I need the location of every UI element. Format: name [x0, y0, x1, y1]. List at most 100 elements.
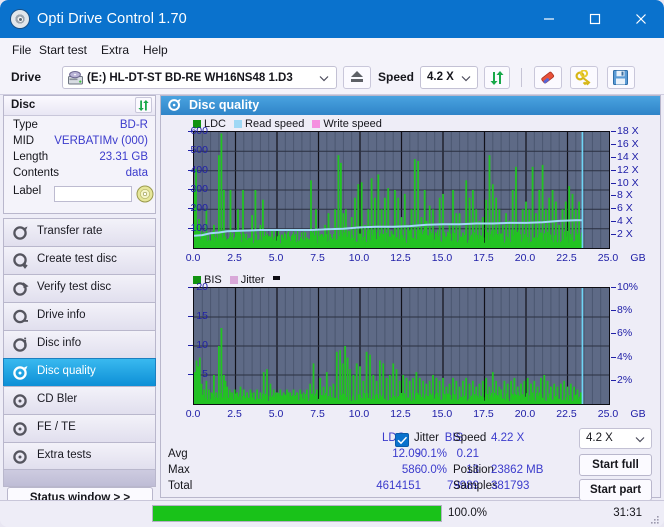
x-tick-label: 12.5 [390, 252, 411, 264]
bis-plot-area[interactable] [193, 287, 610, 405]
y-tick-label: 100 [190, 221, 208, 234]
drive-label: Drive [11, 70, 42, 84]
secondary-y-tick-label: 10 X [617, 176, 639, 189]
ldc-plot-area[interactable] [193, 131, 610, 249]
secondary-y-tick-mark [611, 234, 616, 236]
menu-help[interactable]: Help [139, 42, 172, 59]
y-tick-label: 200 [190, 202, 208, 215]
chevron-down-icon [635, 437, 645, 443]
ldc-chart: LDC Read speed Write speed 100 200 300 400 500… [161, 118, 660, 273]
drive-toolbar: Drive (E:) HL-DT-ST BD-RE WH16NS48 1.D3 … [0, 62, 664, 95]
secondary-y-tick-mark [611, 195, 616, 197]
x-tick-label: 2.5 [227, 252, 242, 264]
jitter-checkbox[interactable] [395, 433, 409, 447]
speed-select-value: 4.2 X [586, 432, 613, 444]
disc-row-key: MID [13, 135, 35, 147]
secondary-y-tick-mark [611, 156, 616, 158]
progress-bar-fill [153, 506, 441, 521]
speed-label: Speed [378, 70, 415, 84]
sidebar-item-extra-tests[interactable]: Extra tests [3, 442, 156, 470]
sidebar-item-label: CD Bler [37, 393, 78, 405]
x-tick-label: 22.5 [556, 408, 577, 420]
y-tick-label: 15 [196, 310, 208, 322]
disc-row-length: Length 23.31 GB [4, 151, 155, 167]
sidebar-item-disc-info[interactable]: Disc info [3, 330, 156, 358]
disc-row-label: Label [4, 185, 155, 203]
secondary-y-tick-mark [611, 143, 616, 145]
y-tick-mark [188, 227, 193, 229]
secondary-y-tick-label: 8% [617, 304, 633, 317]
legend-label-write-speed: Write speed [323, 118, 382, 130]
plot2-canvas [194, 288, 609, 404]
x-tick-label: 17.5 [473, 408, 494, 420]
sidebar-item-fe-te[interactable]: FE / TE [3, 414, 156, 442]
stats-samples-value: 381793 [491, 480, 530, 492]
sidebar-item-label: Transfer rate [37, 225, 103, 237]
y-tick-mark [188, 287, 193, 288]
disc-label-input[interactable] [54, 186, 132, 202]
secondary-y-tick-label: 12 X [617, 163, 639, 176]
start-full-button[interactable]: Start full [579, 454, 652, 476]
secondary-y-tick-mark [611, 379, 616, 381]
transfer-rate-icon [13, 226, 28, 240]
sidebar-item-create-test-disc[interactable]: Create test disc [3, 246, 156, 274]
sidebar-item-cd-bler[interactable]: CD Bler [3, 386, 156, 414]
drive-select[interactable]: (E:) HL-DT-ST BD-RE WH16NS48 1.D3 [62, 66, 337, 89]
disc-row-key: Contents [13, 167, 60, 179]
refresh-icon [490, 71, 504, 85]
y-tick-mark [188, 345, 193, 346]
start-part-button[interactable]: Start part [579, 479, 652, 501]
menu-file[interactable]: File [8, 42, 35, 59]
check-icon [397, 436, 408, 445]
sidebar-item-label: FE / TE [37, 421, 76, 433]
keys-button[interactable] [570, 66, 598, 89]
menu-extra[interactable]: Extra [97, 42, 133, 59]
drive-value: (E:) HL-DT-ST BD-RE WH16NS48 1.D3 [87, 72, 293, 84]
cd-bler-icon [13, 394, 27, 408]
secondary-y-tick-mark [611, 356, 616, 358]
sidebar-item-disc-quality[interactable]: Disc quality [3, 358, 156, 386]
close-button[interactable] [618, 0, 664, 38]
title-bar: Opti Drive Control 1.70 [0, 0, 664, 38]
disc-row-value: data [125, 167, 148, 179]
erase-button[interactable] [534, 66, 562, 89]
save-icon [613, 70, 628, 85]
disc-quality-panel: Disc quality LDC Read speed Write speed 10… [160, 95, 661, 501]
sidebar-item-verify-test-disc[interactable]: Verify test disc [3, 274, 156, 302]
x-tick-label: 15.0 [431, 252, 453, 264]
legend-swatch-write-speed [312, 120, 321, 128]
disc-row-value: 23.31 GB [99, 151, 148, 163]
eject-button[interactable] [343, 66, 371, 89]
resize-grip-icon[interactable] [650, 515, 660, 525]
minimize-button[interactable] [526, 0, 572, 38]
menu-start-test[interactable]: Start test [35, 42, 91, 59]
progress-bar [152, 505, 442, 522]
y-tick-mark [188, 169, 193, 171]
save-button[interactable] [607, 66, 635, 89]
speed-select-bottom[interactable]: 4.2 X [579, 428, 652, 449]
sidebar-item-label: Create test disc [37, 253, 117, 265]
secondary-y-tick-mark [611, 131, 616, 132]
disc-row-mid: MID VERBATIMv (000) [4, 135, 155, 151]
maximize-button[interactable] [572, 0, 618, 38]
speed-select[interactable]: 4.2 X [420, 66, 478, 89]
stats-row-label-max: Max [168, 464, 190, 476]
secondary-y-tick-mark [611, 182, 616, 184]
sidebar-item-transfer-rate[interactable]: Transfer rate [3, 218, 156, 246]
sidebar-item-drive-info[interactable]: Drive info [3, 302, 156, 330]
status-bar: 100.0% 31:31 [0, 500, 664, 527]
secondary-y-tick-label: 2 X [617, 228, 633, 241]
disc-refresh-button[interactable] [135, 97, 152, 113]
disc-label-icon[interactable] [136, 185, 154, 203]
refresh-button[interactable] [484, 66, 510, 89]
bis-chart: BIS Jitter 5 10 15 20 2% 4% 6% 8% 10% 0.0 2.5 5.0 7… [161, 274, 660, 429]
elapsed-time: 31:31 [613, 507, 642, 519]
x-tick-label: 10.0 [348, 408, 370, 420]
secondary-y-tick-label: 10% [617, 281, 639, 293]
x-tick-label: 7.5 [310, 408, 325, 420]
y-tick-mark [188, 150, 193, 152]
secondary-y-tick-mark [611, 221, 616, 223]
keys-icon [575, 70, 591, 86]
drive-info-icon [13, 309, 28, 324]
secondary-y-tick-label: 2% [617, 373, 633, 386]
